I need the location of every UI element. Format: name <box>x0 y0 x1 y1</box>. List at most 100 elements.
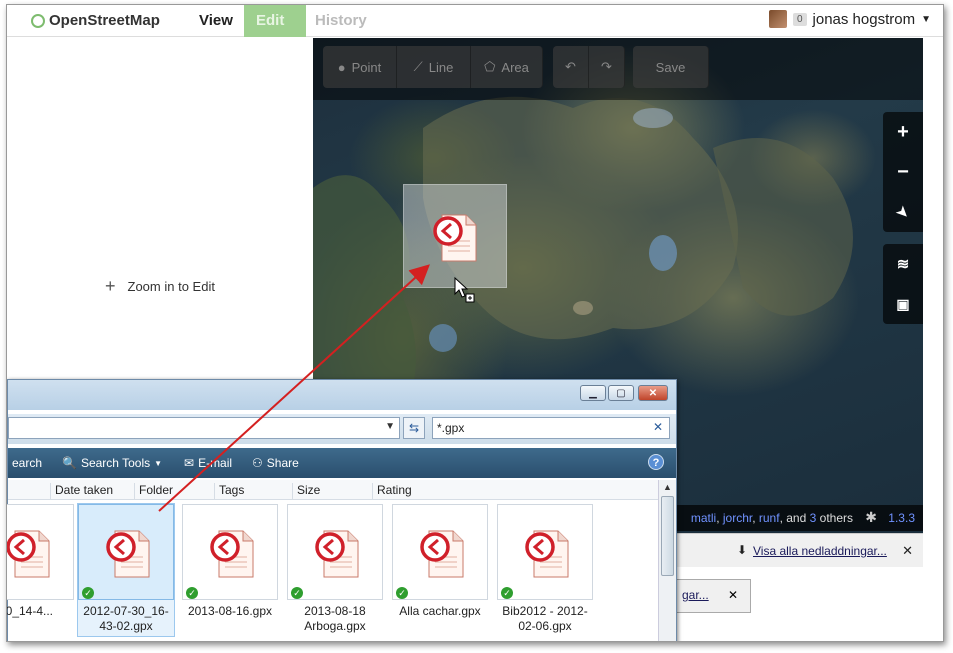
search-input[interactable]: *.gpx ✕ <box>432 417 670 439</box>
file-item[interactable]: ✓ Bib2012 - 2012-02-06.gpx <box>497 504 593 636</box>
user-name: jonas hogstrom <box>812 10 916 28</box>
chevron-down-icon: ▼ <box>154 458 163 468</box>
user-menu[interactable]: 0 jonas hogstrom ▼ <box>768 10 931 28</box>
logo[interactable]: OpenStreetMap <box>31 12 160 29</box>
file-item[interactable]: ✓ Alla cachar.gpx <box>392 504 488 636</box>
version-link[interactable]: 1.3.3 <box>888 511 915 525</box>
file-thumbnail[interactable]: ✓ <box>182 504 278 600</box>
scroll-up-icon[interactable]: ▲ <box>663 482 672 492</box>
search-tools-icon: 🔍 <box>62 456 77 470</box>
scroll-thumb[interactable] <box>661 496 674 576</box>
pin-icon: ● <box>337 59 346 75</box>
cursor-icon <box>454 276 475 303</box>
add-area-button[interactable]: ⬠ Area <box>471 46 543 88</box>
and-text: and <box>786 511 807 525</box>
download-bar-close-button[interactable]: ✕ <box>902 543 913 559</box>
column-rating[interactable]: Rating <box>372 483 472 499</box>
column-size[interactable]: Size <box>292 483 372 499</box>
column-folder[interactable]: Folder <box>134 483 214 499</box>
file-name: 2013-08-18 Arboga.gpx <box>304 604 366 633</box>
file-thumbnail[interactable]: ✓ <box>392 504 488 600</box>
show-all-downloads-link[interactable]: Visa alla nedladdningar... <box>753 544 887 558</box>
contributors: matli, jorchr, runf, and 3 others <box>690 511 853 525</box>
search-command[interactable]: earch <box>12 456 42 470</box>
add-point-button[interactable]: ● Point <box>323 46 397 88</box>
file-grid: ✓30_14-4...✓2012-07-30_16-43-02.gpx✓2013… <box>6 502 658 641</box>
bug-report-icon[interactable]: ✱ <box>865 509 877 526</box>
file-thumbnail[interactable]: ✓ <box>287 504 383 600</box>
tab-history[interactable]: History <box>303 5 379 37</box>
file-thumbnail[interactable]: ✓ <box>7 504 74 600</box>
drag-ghost <box>403 184 507 288</box>
sync-status-check-icon: ✓ <box>291 587 303 599</box>
email-label: E-mail <box>198 456 233 470</box>
command-bar: earch 🔍 Search Tools ▼ ✉ E-mail ⚇ Share … <box>8 448 676 478</box>
window-titlebar[interactable]: ▁ ▢ ✕ <box>8 380 676 410</box>
column-tags[interactable]: Tags <box>214 483 292 499</box>
undo-icon: ↶ <box>565 59 576 74</box>
close-button[interactable]: ✕ <box>638 385 668 401</box>
minimize-button[interactable]: ▁ <box>580 385 606 401</box>
tab-edit[interactable]: Edit ▼ <box>244 5 306 59</box>
magnifier-icon <box>31 13 45 28</box>
column-date-taken[interactable]: Date taken <box>50 483 134 499</box>
file-name: Alla cachar.gpx <box>399 604 481 618</box>
others-count[interactable]: 3 <box>810 511 817 525</box>
zoom-hint-label: Zoom in to Edit <box>127 279 215 294</box>
avatar <box>768 10 787 28</box>
contributor-link[interactable]: runf <box>759 511 780 525</box>
refresh-button[interactable]: ⇆ <box>403 417 425 439</box>
file-name: 2013-08-16.gpx <box>187 604 273 618</box>
file-item[interactable]: ✓ 2013-08-16.gpx <box>182 504 278 636</box>
zoom-in-button[interactable]: + <box>883 112 923 152</box>
add-line-button[interactable]: ⟋ Line <box>397 46 471 88</box>
email-button[interactable]: ✉ E-mail <box>184 456 232 470</box>
line-icon: ⟋ <box>413 59 423 74</box>
gpx-file-icon <box>106 530 150 578</box>
location-arrow-icon: ➤ <box>893 201 914 222</box>
map-data-button[interactable]: ▣ <box>883 284 923 324</box>
zoom-hint[interactable]: + Zoom in to Edit <box>105 276 215 297</box>
search-input-value: *.gpx <box>437 421 465 435</box>
gpx-file-icon <box>525 530 569 578</box>
sync-status-check-icon: ✓ <box>501 587 513 599</box>
search-tools-button[interactable]: 🔍 Search Tools ▼ <box>62 456 162 470</box>
download-arrow-icon: ⬇ <box>737 543 748 557</box>
address-field[interactable]: ▼ <box>8 417 400 439</box>
download-item-label[interactable]: gar... <box>682 588 709 602</box>
chevron-down-icon[interactable]: ▼ <box>385 421 395 432</box>
layers-button[interactable]: ≋ <box>883 244 923 284</box>
file-item[interactable]: ✓ 2012-07-30_16-43-02.gpx <box>77 503 175 637</box>
file-thumbnail[interactable]: ✓ <box>78 504 174 600</box>
share-button[interactable]: ⚇ Share <box>252 456 299 470</box>
help-icon[interactable]: ? <box>648 454 664 470</box>
plus-icon: + <box>105 276 116 296</box>
file-name: 30_14-4... <box>6 604 54 618</box>
redo-button[interactable]: ↷ <box>589 46 625 88</box>
explorer-window: ▁ ▢ ✕ ▼ ⇆ *.gpx ✕ earch 🔍 Search Tools ▼… <box>6 379 677 641</box>
download-item[interactable]: gar... ✕ <box>675 579 751 613</box>
top-bar: OpenStreetMap View Edit ▼ History 0 jona… <box>7 5 943 59</box>
zoom-out-button[interactable]: − <box>883 152 923 192</box>
file-name: Bib2012 - 2012-02-06.gpx <box>502 604 588 633</box>
file-item[interactable]: ✓ 2013-08-18 Arboga.gpx <box>287 504 383 636</box>
file-thumbnail[interactable]: ✓ <box>497 504 593 600</box>
file-item[interactable]: ✓ 30_14-4... <box>6 504 74 636</box>
file-name: 2012-07-30_16-43-02.gpx <box>83 604 169 633</box>
zoom-controls: + − ➤ <box>883 112 923 232</box>
share-icon: ⚇ <box>252 456 263 470</box>
undo-button[interactable]: ↶ <box>553 46 589 88</box>
clear-search-icon[interactable]: ✕ <box>653 420 663 434</box>
contributor-link[interactable]: jorchr <box>723 511 752 525</box>
envelope-icon: ✉ <box>184 456 195 470</box>
geolocate-button[interactable]: ➤ <box>883 192 923 232</box>
contributor-link[interactable]: matli <box>691 511 716 525</box>
screenshot-frame: OpenStreetMap View Edit ▼ History 0 jona… <box>6 4 944 642</box>
scrollbar[interactable]: ▲ <box>658 480 676 641</box>
message-count-badge[interactable]: 0 <box>792 12 807 26</box>
download-item-close-button[interactable]: ✕ <box>728 588 738 602</box>
address-bar: ▼ ⇆ *.gpx ✕ <box>8 414 676 444</box>
tab-view[interactable]: View <box>187 5 245 37</box>
save-button[interactable]: Save <box>633 46 709 88</box>
maximize-button[interactable]: ▢ <box>608 385 634 401</box>
